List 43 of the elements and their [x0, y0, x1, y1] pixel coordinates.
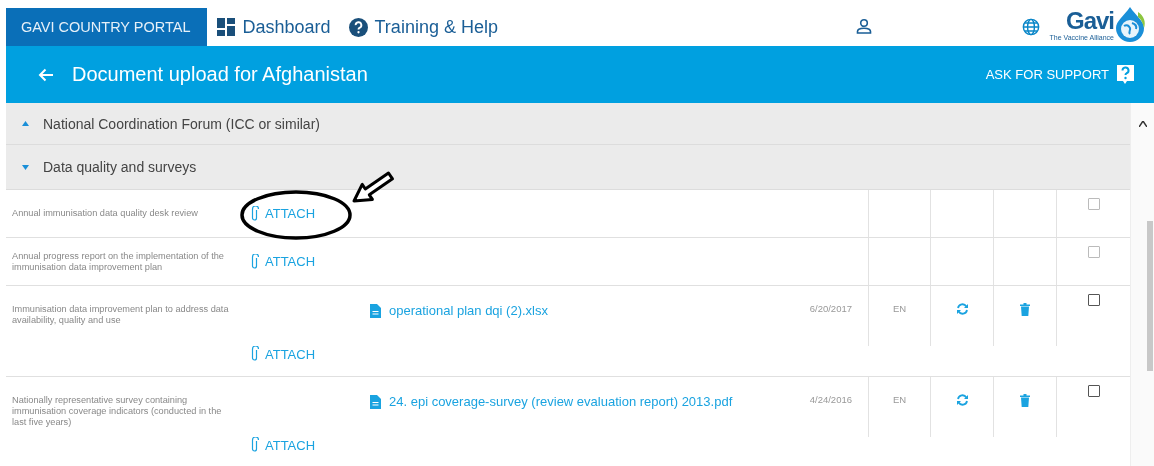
language-code: EN	[892, 303, 907, 314]
section-header[interactable]: National Coordination Forum (ICC or similar)	[6, 103, 1130, 145]
file-link[interactable]: 24. epi coverage-survey (review evaluation report) 2013.pdf	[370, 394, 733, 409]
user-icon[interactable]	[855, 18, 872, 34]
paperclip-icon	[250, 205, 259, 222]
row-checkbox[interactable]	[1087, 385, 1100, 397]
document-label: Annual immunisation data quality desk review	[12, 208, 198, 219]
language-code: EN	[892, 394, 907, 405]
support-link[interactable]: ASK FOR SUPPORT	[985, 67, 1109, 82]
upload-date: 6/20/2017	[809, 303, 852, 314]
document-icon	[370, 303, 381, 318]
globe-icon[interactable]	[1021, 18, 1040, 36]
section-header[interactable]: Data quality and surveys	[6, 145, 1130, 190]
back-arrow-icon[interactable]	[38, 67, 54, 82]
page-title: Document upload for Afghanistan	[72, 63, 368, 86]
document-label: Annual progress report on the implementation of the immunisation data improvement plan	[12, 250, 225, 273]
nav-link[interactable]: Training & Help	[348, 8, 498, 46]
paperclip-icon	[250, 437, 259, 453]
attach-button[interactable]: ATTACH	[250, 346, 316, 362]
attach-button[interactable]: ATTACH	[250, 437, 316, 453]
document-label: Nationally representative survey containing immunisation coverage indicators (conducted in the last five years)	[12, 395, 223, 428]
paperclip-icon	[250, 346, 259, 362]
help-bubble-icon[interactable]	[1117, 64, 1134, 85]
file-link[interactable]: operational plan dqi (2).xlsx	[370, 303, 548, 318]
scrollbar[interactable]	[1130, 103, 1154, 466]
scroll-up-icon[interactable]	[1138, 121, 1147, 127]
help-icon	[348, 17, 368, 37]
upload-date: 4/24/2016	[809, 394, 852, 405]
paperclip-icon	[250, 253, 259, 270]
document-label: Immunisation data improvement plan to address data availability, quality and use	[12, 304, 230, 326]
trash-icon[interactable]	[1020, 394, 1030, 407]
logo-wordmark: Gavi	[1065, 8, 1114, 34]
portal-title[interactable]: GAVI COUNTRY PORTAL	[6, 8, 208, 46]
document-icon	[370, 394, 381, 409]
nav-link[interactable]: Dashboard	[217, 8, 331, 46]
refresh-icon[interactable]	[955, 394, 969, 406]
row-checkbox[interactable]	[1087, 294, 1100, 306]
refresh-icon[interactable]	[955, 303, 969, 315]
globe-drop-logo-icon	[1114, 6, 1146, 42]
section-title: Data quality and surveys	[43, 159, 197, 175]
dashboard-icon	[217, 18, 236, 36]
trash-icon[interactable]	[1020, 303, 1030, 316]
section-title: National Coordination Forum (ICC or similar)	[43, 115, 320, 132]
